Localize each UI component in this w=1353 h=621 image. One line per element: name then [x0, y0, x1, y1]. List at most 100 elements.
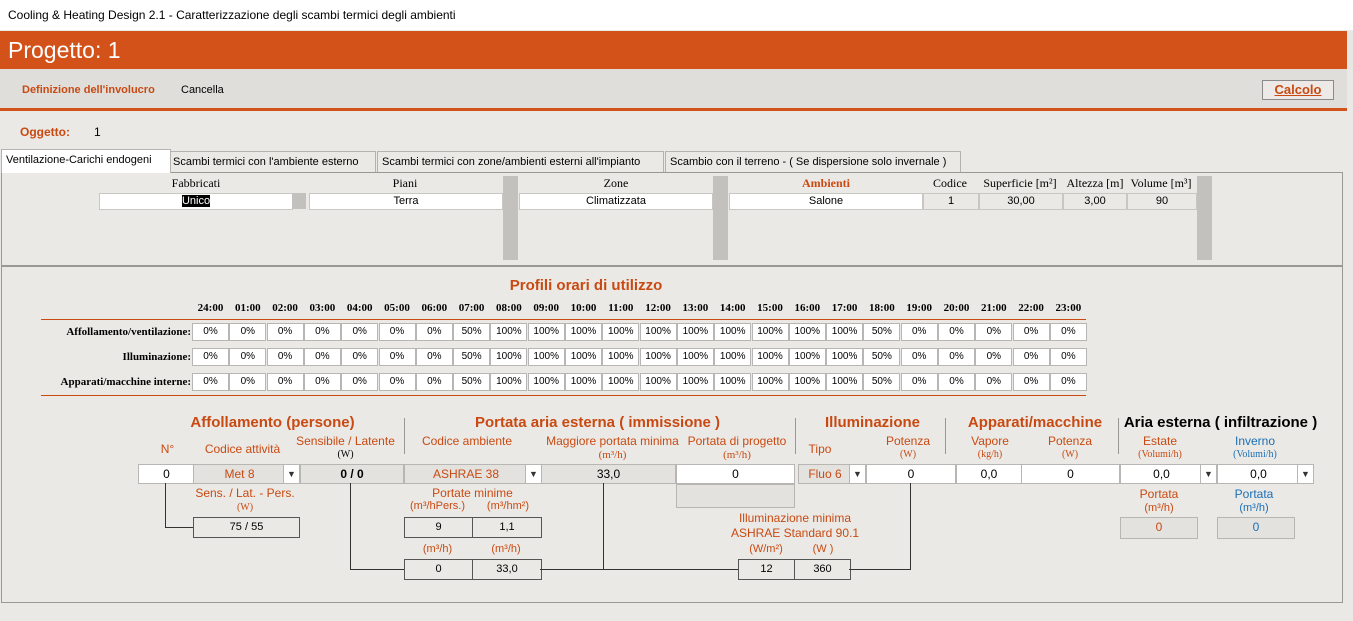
profile-cell[interactable]: 100%: [826, 323, 864, 341]
portata-progetto-input[interactable]: 0: [676, 464, 795, 484]
profile-cell[interactable]: 100%: [826, 373, 864, 391]
profile-cell[interactable]: 0%: [415, 373, 453, 391]
tab-terreno[interactable]: Scambio con il terreno - ( Se dispersion…: [665, 151, 961, 172]
profile-cell[interactable]: 50%: [863, 323, 901, 341]
ambienti-scrollbar[interactable]: [1197, 176, 1212, 260]
profile-cell[interactable]: 100%: [714, 373, 752, 391]
profile-cell[interactable]: 50%: [863, 373, 901, 391]
profile-cell[interactable]: 50%: [453, 323, 491, 341]
profile-cell[interactable]: 0%: [341, 373, 379, 391]
tab-ventilazione[interactable]: Ventilazione-Carichi endogeni: [1, 149, 171, 173]
tab-ambiente-esterno[interactable]: Scambi termici con l'ambiente esterno: [168, 151, 376, 172]
profile-cell[interactable]: 0%: [975, 323, 1013, 341]
vapore-input[interactable]: 0,0: [956, 464, 1022, 484]
profile-cell[interactable]: 100%: [490, 373, 528, 391]
profile-cell[interactable]: 100%: [490, 323, 528, 341]
piani-field[interactable]: Terra: [309, 193, 503, 210]
n-persone-input[interactable]: 0: [138, 464, 195, 484]
profile-cell[interactable]: 0%: [900, 348, 938, 366]
profile-cell[interactable]: 0%: [229, 323, 267, 341]
profile-cell[interactable]: 0%: [415, 323, 453, 341]
tab-zone-esterne[interactable]: Scambi termici con zone/ambienti esterni…: [377, 151, 664, 172]
zone-field[interactable]: Climatizzata: [519, 193, 713, 210]
profile-cell[interactable]: 100%: [602, 348, 640, 366]
profile-cell[interactable]: 100%: [788, 373, 826, 391]
profile-cell[interactable]: 100%: [490, 348, 528, 366]
profile-cell[interactable]: 0%: [266, 323, 304, 341]
zone-scrollbar[interactable]: [713, 176, 728, 260]
profile-cell[interactable]: 0%: [1049, 348, 1087, 366]
profile-cell[interactable]: 100%: [565, 373, 602, 391]
profile-cell[interactable]: 100%: [565, 323, 602, 341]
profile-cell[interactable]: 0%: [229, 373, 267, 391]
cancella-link[interactable]: Cancella: [181, 84, 224, 96]
profile-cell[interactable]: 100%: [639, 373, 677, 391]
piani-scrollbar[interactable]: [503, 176, 518, 260]
profile-cell[interactable]: 100%: [527, 373, 565, 391]
profile-cell[interactable]: 0%: [341, 323, 379, 341]
codice-attivita-select[interactable]: Met 8 ▼: [193, 464, 300, 484]
profile-cell[interactable]: 0%: [1012, 373, 1050, 391]
profile-cell[interactable]: 0%: [1012, 348, 1050, 366]
profile-cell[interactable]: 0%: [229, 348, 267, 366]
ambienti-field[interactable]: Salone: [729, 193, 923, 210]
estate-select[interactable]: 0,0 ▼: [1120, 464, 1217, 484]
profile-cell[interactable]: 0%: [378, 373, 416, 391]
profile-cell[interactable]: 100%: [714, 323, 752, 341]
chevron-down-icon[interactable]: ▼: [1200, 465, 1216, 483]
profile-cell[interactable]: 100%: [751, 323, 789, 341]
chevron-down-icon[interactable]: ▼: [849, 465, 865, 483]
profile-cell[interactable]: 100%: [676, 373, 714, 391]
profile-cell[interactable]: 100%: [639, 323, 677, 341]
profile-cell[interactable]: 100%: [676, 348, 714, 366]
profile-cell[interactable]: 100%: [714, 348, 752, 366]
profile-cell[interactable]: 0%: [266, 348, 304, 366]
profile-cell[interactable]: 100%: [788, 348, 826, 366]
tipo-lampada-select[interactable]: Fluo 6 ▼: [798, 464, 866, 484]
profile-cell[interactable]: 0%: [938, 373, 975, 391]
profile-cell[interactable]: 100%: [639, 348, 677, 366]
profile-cell[interactable]: 0%: [975, 373, 1013, 391]
codice-ambiente-select[interactable]: ASHRAE 38 ▼: [404, 464, 542, 484]
profile-cell[interactable]: 0%: [192, 348, 229, 366]
definizione-involucro-link[interactable]: Definizione dell'involucro: [22, 84, 155, 96]
chevron-down-icon[interactable]: ▼: [525, 465, 541, 483]
profile-cell[interactable]: 0%: [341, 348, 379, 366]
profile-cell[interactable]: 0%: [378, 348, 416, 366]
profile-cell[interactable]: 100%: [602, 323, 640, 341]
potenza-app-input[interactable]: 0: [1021, 464, 1120, 484]
profile-cell[interactable]: 50%: [453, 348, 491, 366]
profile-cell[interactable]: 0%: [900, 373, 938, 391]
fabbricati-field[interactable]: Unico: [99, 193, 293, 210]
profile-cell[interactable]: 100%: [565, 348, 602, 366]
profile-cell[interactable]: 100%: [751, 348, 789, 366]
profile-cell[interactable]: 0%: [900, 323, 938, 341]
profile-cell[interactable]: 0%: [938, 348, 975, 366]
profile-cell[interactable]: 0%: [192, 373, 229, 391]
profile-cell[interactable]: 50%: [863, 348, 901, 366]
profile-cell[interactable]: 0%: [378, 323, 416, 341]
profile-cell[interactable]: 0%: [303, 373, 341, 391]
profile-cell[interactable]: 100%: [788, 323, 826, 341]
profile-cell[interactable]: 100%: [826, 348, 864, 366]
profile-cell[interactable]: 0%: [303, 348, 341, 366]
chevron-down-icon[interactable]: ▼: [283, 465, 299, 483]
calcolo-button[interactable]: Calcolo: [1262, 80, 1334, 100]
profile-cell[interactable]: 100%: [527, 348, 565, 366]
profile-cell[interactable]: 0%: [975, 348, 1013, 366]
profile-cell[interactable]: 0%: [266, 373, 304, 391]
profile-cell[interactable]: 0%: [415, 348, 453, 366]
profile-cell[interactable]: 50%: [453, 373, 491, 391]
chevron-down-icon[interactable]: ▼: [1297, 465, 1313, 483]
profile-cell[interactable]: 0%: [1012, 323, 1050, 341]
profile-cell[interactable]: 100%: [527, 323, 565, 341]
profile-cell[interactable]: 0%: [192, 323, 229, 341]
potenza-ill-input[interactable]: 0: [866, 464, 956, 484]
profile-cell[interactable]: 100%: [676, 323, 714, 341]
profile-cell[interactable]: 100%: [751, 373, 789, 391]
profile-cell[interactable]: 0%: [1049, 373, 1087, 391]
profile-cell[interactable]: 0%: [303, 323, 341, 341]
inverno-select[interactable]: 0,0 ▼: [1217, 464, 1314, 484]
profile-cell[interactable]: 100%: [602, 373, 640, 391]
profile-cell[interactable]: 0%: [1049, 323, 1087, 341]
